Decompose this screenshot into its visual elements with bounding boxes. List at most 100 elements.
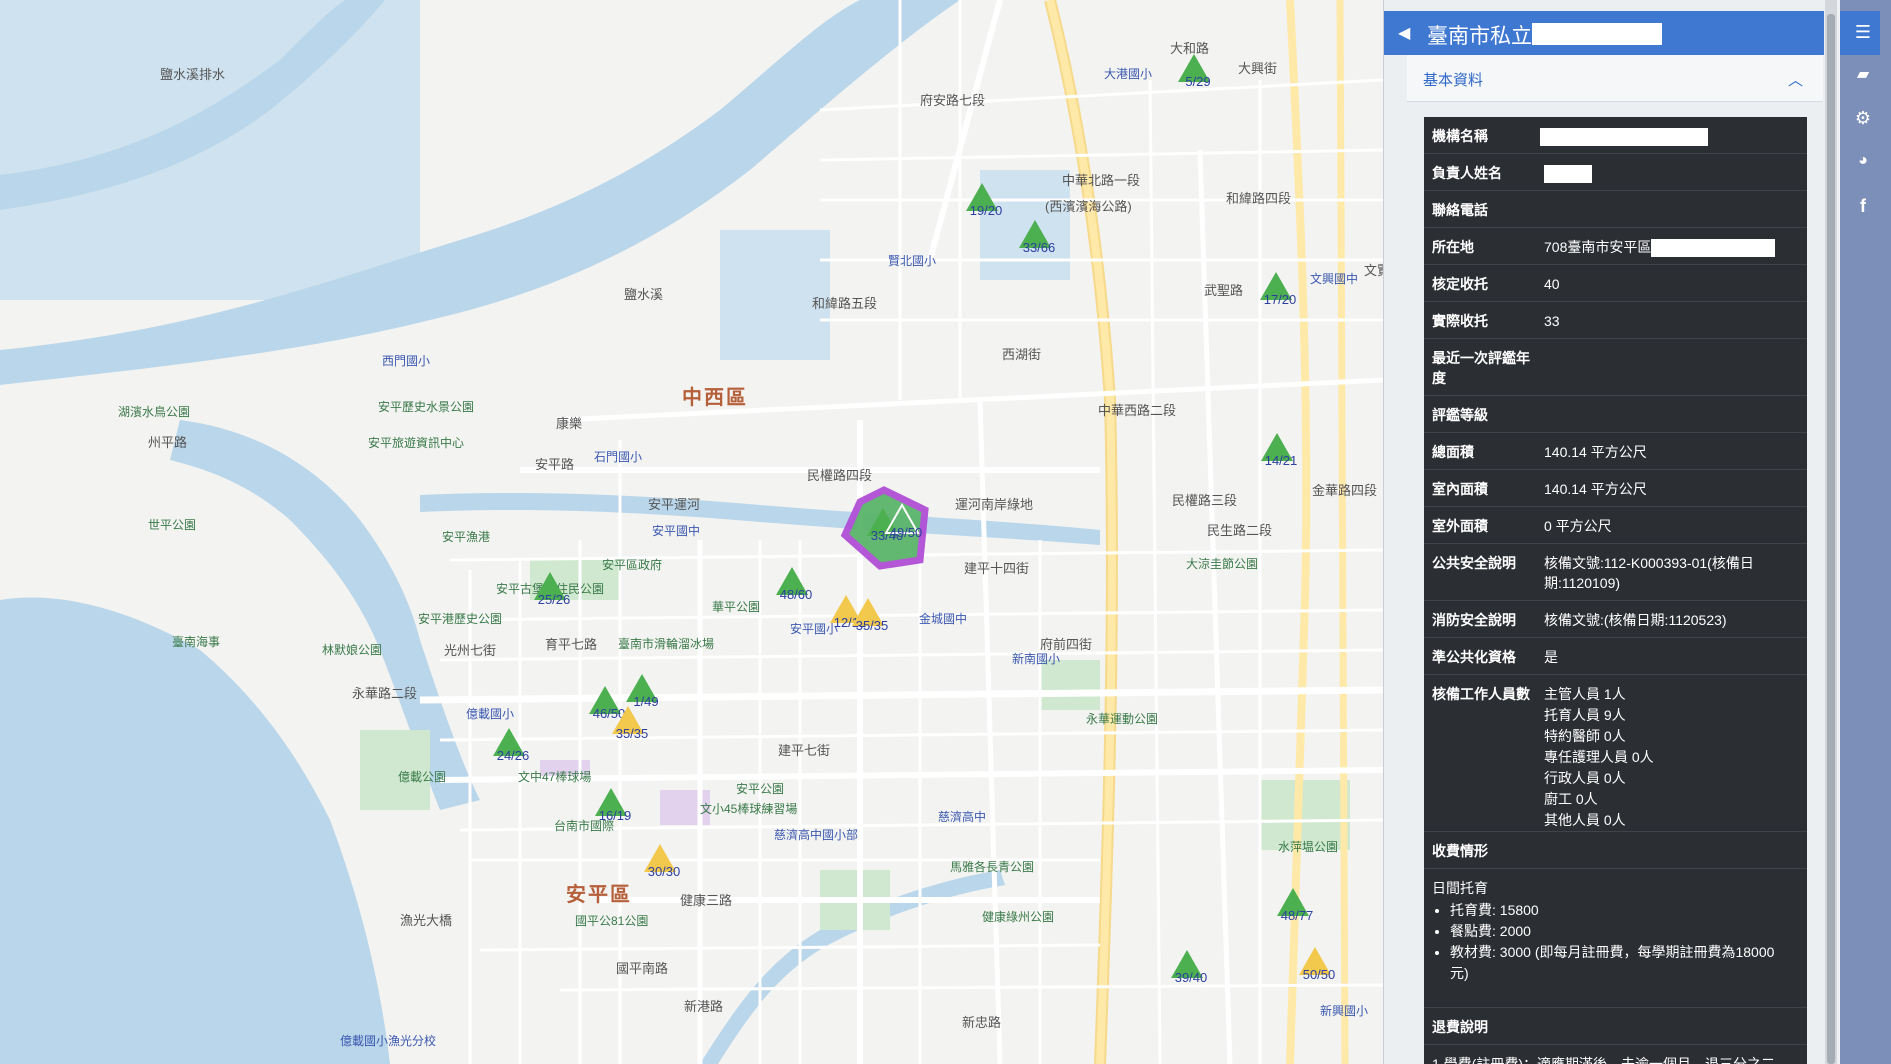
info-row: 室外面積 0 平方公尺	[1424, 507, 1807, 544]
school-label: 文興國中	[1310, 272, 1359, 286]
road-label: 中華北路一段	[1062, 173, 1141, 188]
road-label: 和緯路四段	[1226, 191, 1292, 206]
road-label: 安平運河	[648, 497, 701, 512]
road-label: 康樂	[556, 416, 583, 431]
school-label: 慈濟高中	[938, 810, 987, 824]
road-label: 民權路三段	[1172, 493, 1238, 508]
panel-header: ◀ 臺南市私立	[1384, 11, 1824, 55]
info-row: 退費說明	[1424, 1008, 1807, 1045]
school-label: 石門國小	[594, 450, 643, 464]
redaction-mask	[1544, 165, 1592, 184]
info-row: 最近一次評鑑年度	[1424, 339, 1807, 396]
info-row-refund: 1.學費(註冊費)：適應期滿後，未逾一個月，退三分之二	[1432, 1056, 1775, 1064]
facility-info-panel: ◀ 臺南市私立 基本資料 ︿ 機構名稱 負責人姓名 聯絡電話 所在地 708臺南市…	[1383, 0, 1825, 1064]
school-label: 賢北國小	[888, 254, 937, 268]
redaction-mask	[1651, 239, 1776, 258]
road-label: 新忠路	[962, 1015, 1002, 1030]
road-label: 鹽水溪排水	[160, 67, 226, 82]
road-label: 運河南岸綠地	[955, 497, 1034, 512]
redaction-mask	[1540, 128, 1708, 147]
road-label: 漁光大橋	[400, 913, 453, 928]
park-label: 水萍塭公園	[1278, 840, 1339, 854]
park-label: 億載公園	[398, 770, 447, 784]
road-label: (西濱濱海公路)	[1045, 199, 1132, 214]
chevron-up-icon[interactable]: ︿	[1788, 69, 1803, 90]
info-row: 所在地 708臺南市安平區	[1424, 228, 1807, 265]
redaction-mask	[1532, 23, 1662, 45]
info-row: 機構名稱	[1424, 117, 1807, 154]
info-row: 核定收托 40	[1424, 265, 1807, 302]
road-label: 永華路二段	[352, 686, 418, 701]
park-label: 安平區政府	[602, 558, 663, 572]
road-label: 鹽水溪	[624, 287, 664, 302]
park-label: 華平公園	[712, 600, 761, 614]
park-label: 臺南海事	[172, 635, 221, 649]
park-label: 安平漁港	[442, 530, 491, 544]
road-label: 民權路四段	[807, 468, 873, 483]
road-label: 安平路	[535, 457, 575, 472]
section-basic-info[interactable]: 基本資料 ︿	[1407, 55, 1823, 102]
park-label: 世平公園	[148, 518, 197, 532]
info-row: 準公共化資格是	[1424, 638, 1807, 675]
road-label: 大興街	[1238, 61, 1278, 76]
info-row: 評鑑等級	[1424, 396, 1807, 433]
park-label: 國平公81公園	[575, 914, 649, 928]
road-label: 府安路七段	[920, 93, 986, 108]
park-label: 安平公園	[736, 782, 785, 796]
info-row: 室內面積 140.14 平方公尺	[1424, 470, 1807, 507]
road-label: 建平十四街	[964, 561, 1030, 576]
park-label: 大涼圭節公園	[1186, 557, 1259, 571]
panel-scrollbar[interactable]	[1825, 0, 1837, 1064]
menu-icon[interactable]: ☰	[1852, 22, 1874, 44]
info-row: 總面積 140.14 平方公尺	[1424, 433, 1807, 470]
school-label: 億載國小漁光分校	[340, 1034, 437, 1048]
section-title: 基本資料	[1423, 72, 1484, 89]
facebook-icon[interactable]: f	[1852, 196, 1874, 218]
info-row-staff: 核備工作人員數 主管人員 1人 托育人員 9人 特約醫師 0人 專任護理人員 0…	[1424, 675, 1807, 832]
road-label: 州平路	[148, 435, 188, 450]
info-row: 收費情形	[1424, 832, 1807, 869]
school-label: 西門國小	[382, 354, 431, 368]
info-table: 機構名稱 負責人姓名 聯絡電話 所在地 708臺南市安平區 核定收托 40 實際收托…	[1424, 117, 1807, 1064]
info-row: 消防安全說明 核備文號:(核備日期:1120523)	[1424, 601, 1807, 638]
park-label: 文中47棒球場	[518, 770, 592, 784]
road-label: 國平南路	[616, 961, 669, 976]
road-label: 武聖路	[1204, 283, 1244, 298]
road-label: 西湖街	[1002, 347, 1042, 362]
school-label: 億載國小	[466, 707, 515, 721]
park-label: 安平港歷史公園	[418, 612, 503, 626]
back-arrow-icon[interactable]: ◀	[1398, 23, 1410, 43]
park-label: 臺南市滑輪溜冰場	[618, 637, 715, 651]
district-label: 安平區	[566, 884, 632, 906]
park-label: 永華運動公園	[1086, 712, 1159, 726]
book-icon[interactable]: ▰	[1852, 64, 1874, 86]
road-label: 健康三路	[680, 893, 733, 908]
right-sidebar: ☰ ▰ ⚙ ◕ f	[1840, 0, 1891, 1064]
fee-list: 托育費: 15800 餐點費: 2000 教材費: 3000 (即每月註冊費，每…	[1432, 900, 1792, 984]
info-row: 負責人姓名	[1424, 154, 1807, 191]
park-label: 林默娘公園	[322, 643, 383, 657]
map-canvas[interactable]: 中西區 安平區 鹽水溪排水 鹽水溪 府安路七段 中華北路一段 (西濱濱海公路) …	[0, 0, 1383, 1064]
school-label: 新南國小	[1012, 652, 1061, 666]
park-label: 馬雅各長青公園	[950, 860, 1035, 874]
info-row: 聯絡電話	[1424, 191, 1807, 228]
scrollbar-thumb[interactable]	[1827, 14, 1835, 1064]
school-label: 大港國小	[1104, 67, 1153, 81]
park-label: 健康綠州公園	[982, 910, 1055, 924]
road-label: 文賢路	[1364, 263, 1383, 278]
info-row-fees: 日間托育 托育費: 15800 餐點費: 2000 教材費: 3000 (即每月…	[1424, 869, 1807, 1008]
road-label: 育平七路	[545, 637, 598, 652]
park-label: 安平歷史水景公園	[378, 400, 475, 414]
gear-icon[interactable]: ⚙	[1852, 108, 1874, 130]
school-label: 慈濟高中國小部	[774, 828, 859, 842]
road-label: 中華西路二段	[1098, 403, 1177, 418]
road-label: 新港路	[684, 999, 724, 1014]
github-icon[interactable]: ◕	[1852, 152, 1874, 174]
road-label: 光州七街	[444, 643, 497, 658]
info-row: 公共安全說明 核備文號:112-K000393-01(核備日期:1120109)	[1424, 544, 1807, 601]
district-label: 中西區	[682, 387, 748, 409]
road-label: 民生路二段	[1207, 523, 1273, 538]
road-label: 金華路四段	[1312, 483, 1378, 498]
school-label: 新興國小	[1320, 1004, 1369, 1018]
park-label: 湖濱水鳥公園	[118, 405, 191, 419]
